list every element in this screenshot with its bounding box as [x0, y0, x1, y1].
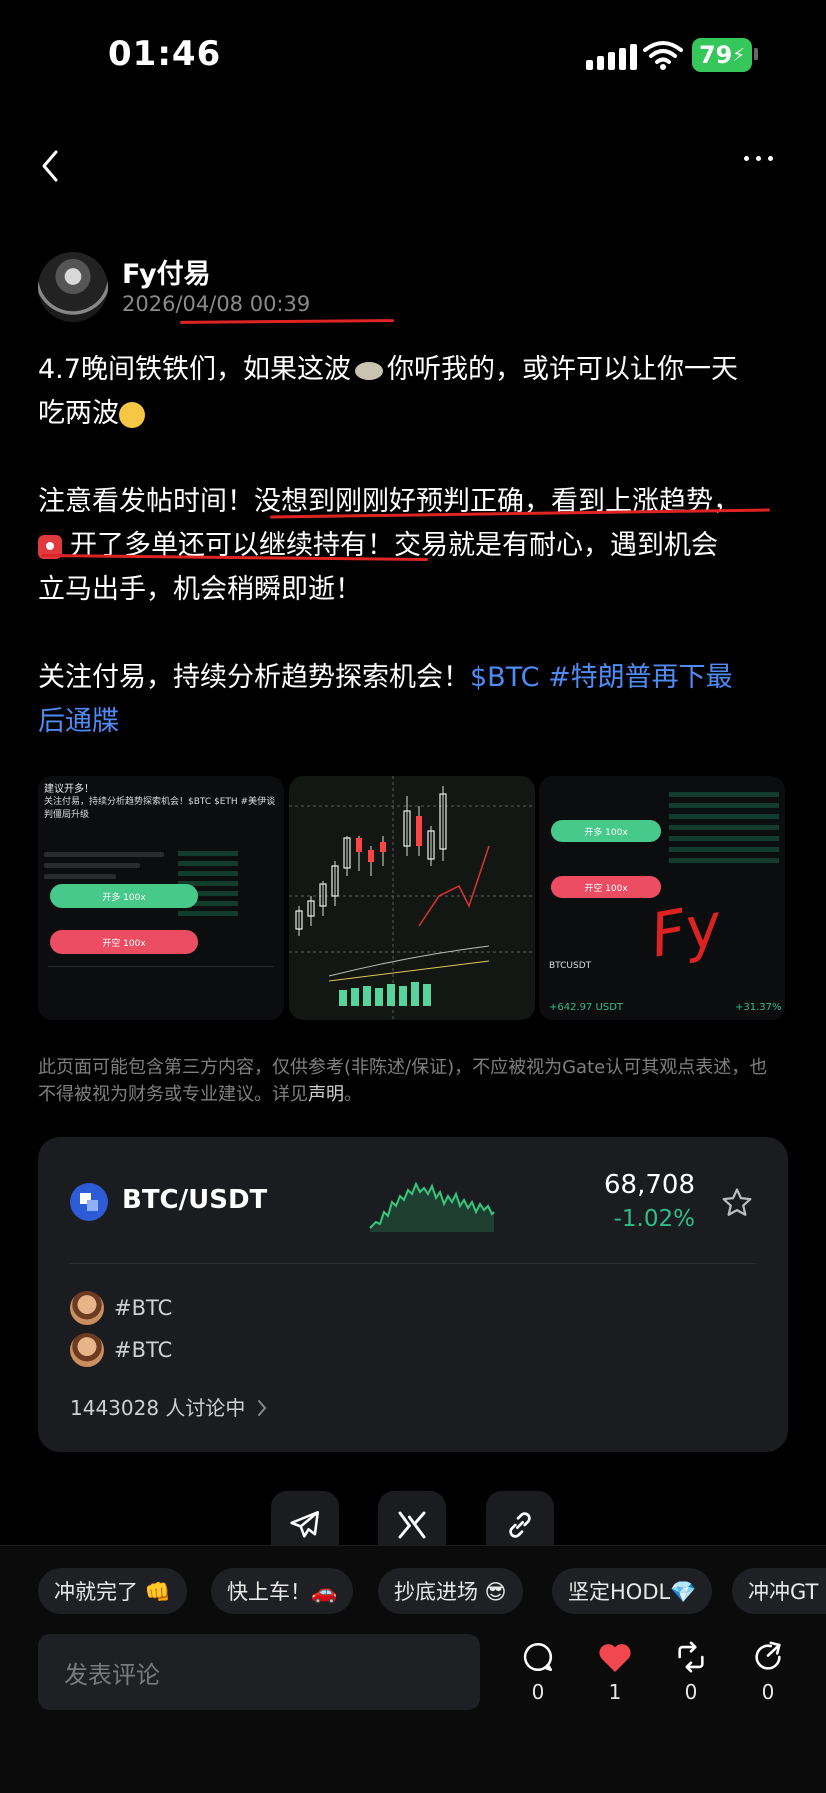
comment-input[interactable]: 发表评论 — [38, 1634, 480, 1710]
bean-emoji-icon — [354, 361, 383, 380]
like-count: 1 — [608, 1680, 622, 1704]
laughing-emoji-icon — [119, 401, 145, 428]
hashtag-trump-link-cont[interactable]: 后通牒 — [38, 700, 119, 744]
battery-indicator: 79 ⚡ — [692, 38, 752, 72]
card-divider — [70, 1263, 756, 1264]
post-image-3[interactable]: 开多 100x 开空 100x BTCUSDT +642.97 USDT +31… — [539, 776, 785, 1020]
telegram-icon — [290, 1510, 320, 1538]
disclaimer-link[interactable]: 声明 — [308, 1084, 344, 1105]
discussion-count[interactable]: 1443028 人讨论中 — [70, 1392, 245, 1421]
topic-avatar — [70, 1333, 104, 1367]
comment-icon — [523, 1642, 553, 1672]
img3-signature: Fy — [645, 890, 727, 972]
market-price: 68,708 — [604, 1170, 695, 1200]
star-icon[interactable] — [720, 1186, 754, 1220]
quick-reply-chip[interactable]: 冲冲GT — [732, 1568, 826, 1614]
market-change: -1.02% — [613, 1206, 695, 1232]
hashtag-trump-link[interactable]: #特朗普再下最 — [548, 662, 733, 693]
like-action[interactable]: 1 — [590, 1640, 640, 1704]
repost-action[interactable]: 0 — [666, 1640, 716, 1704]
back-icon[interactable] — [38, 148, 62, 184]
post-line-3: 注意看发帖时间！没想到刚刚好预判正确，看到上涨趋势， — [38, 486, 740, 517]
img1-text: 关注付易，持续分析趋势探索机会！$BTC $ETH #美伊谈判僵局升级 — [44, 797, 276, 820]
quick-reply-chip[interactable]: 抄底进场 😎 — [378, 1568, 523, 1614]
img3-pct: +31.37% — [735, 1002, 782, 1013]
post-date: 2026/04/08 00:39 — [122, 292, 311, 316]
img1-long-button: 开多 100x — [50, 884, 198, 908]
post-image-1[interactable]: 建议开多！ 关注付易，持续分析趋势探索机会！$BTC $ETH #美伊谈判僵局升… — [38, 776, 284, 1020]
img3-orderbook — [669, 786, 779, 866]
comment-count: 0 — [531, 1680, 545, 1704]
topic-avatar — [70, 1291, 104, 1325]
img1-title: 建议开多！ — [44, 784, 94, 795]
author-avatar[interactable] — [38, 252, 108, 322]
img3-long-button: 开多 100x — [551, 820, 661, 842]
signal-icon — [586, 44, 637, 70]
quick-reply-chip[interactable]: 快上车！🚗 — [211, 1568, 354, 1614]
date-annotation-underline — [179, 319, 395, 324]
img1-short-button: 开空 100x — [50, 930, 198, 954]
img3-short-button: 开空 100x — [551, 876, 661, 898]
x-icon — [398, 1511, 426, 1539]
battery-cap — [754, 48, 758, 60]
chevron-right-icon[interactable] — [256, 1398, 268, 1418]
btc-coin-icon — [70, 1183, 108, 1221]
topic-row-2[interactable]: #BTC — [70, 1333, 172, 1367]
wifi-icon — [643, 41, 683, 70]
status-time: 01:46 — [108, 34, 222, 74]
post-line-4: 开了多单还可以继续持有！交易就是有耐心，遇到机会 — [38, 524, 718, 568]
disclaimer: 此页面可能包含第三方内容，仅供参考(非陈述/保证)，不应被视为Gate认可其观点… — [38, 1057, 768, 1105]
more-icon[interactable] — [744, 156, 773, 161]
post-line-5: 立马出手，机会稍瞬即逝！ — [38, 574, 362, 605]
share-icon — [755, 1641, 781, 1670]
img3-pair: BTCUSDT — [549, 961, 592, 971]
repost-count: 0 — [684, 1680, 698, 1704]
price-sparkline — [369, 1181, 495, 1232]
battery-level: 79 — [698, 41, 733, 69]
quick-reply-chip[interactable]: 坚定HODL💎 — [552, 1568, 713, 1614]
share-count: 0 — [761, 1680, 775, 1704]
img3-pnl: +642.97 USDT — [549, 1002, 624, 1013]
link-icon — [509, 1512, 531, 1538]
author-name[interactable]: Fy付易 — [122, 252, 211, 291]
share-action[interactable]: 0 — [743, 1640, 793, 1704]
topic-row-1[interactable]: #BTC — [70, 1291, 172, 1325]
market-pair[interactable]: BTC/USDT — [122, 1185, 267, 1215]
post-line-6: 关注付易，持续分析趋势探索机会！$BTC #特朗普再下最 — [38, 662, 733, 693]
img2-candles — [289, 776, 535, 1020]
topic-tag: #BTC — [114, 1296, 173, 1320]
quick-reply-chip[interactable]: 冲就完了 👊 — [38, 1568, 187, 1614]
repost-icon — [678, 1641, 704, 1673]
post-line-2: 吃两波 — [38, 392, 145, 436]
heart-icon — [599, 1644, 631, 1672]
post-line-1: 4.7晚间铁铁们，如果这波 你听我的，或许可以让你一天 — [38, 354, 738, 385]
hashtag-btc-link[interactable]: $BTC — [470, 662, 539, 693]
comment-action[interactable]: 0 — [513, 1640, 563, 1704]
topic-tag: #BTC — [114, 1338, 173, 1362]
charging-icon: ⚡ — [732, 44, 746, 66]
post-image-2[interactable] — [289, 776, 535, 1020]
